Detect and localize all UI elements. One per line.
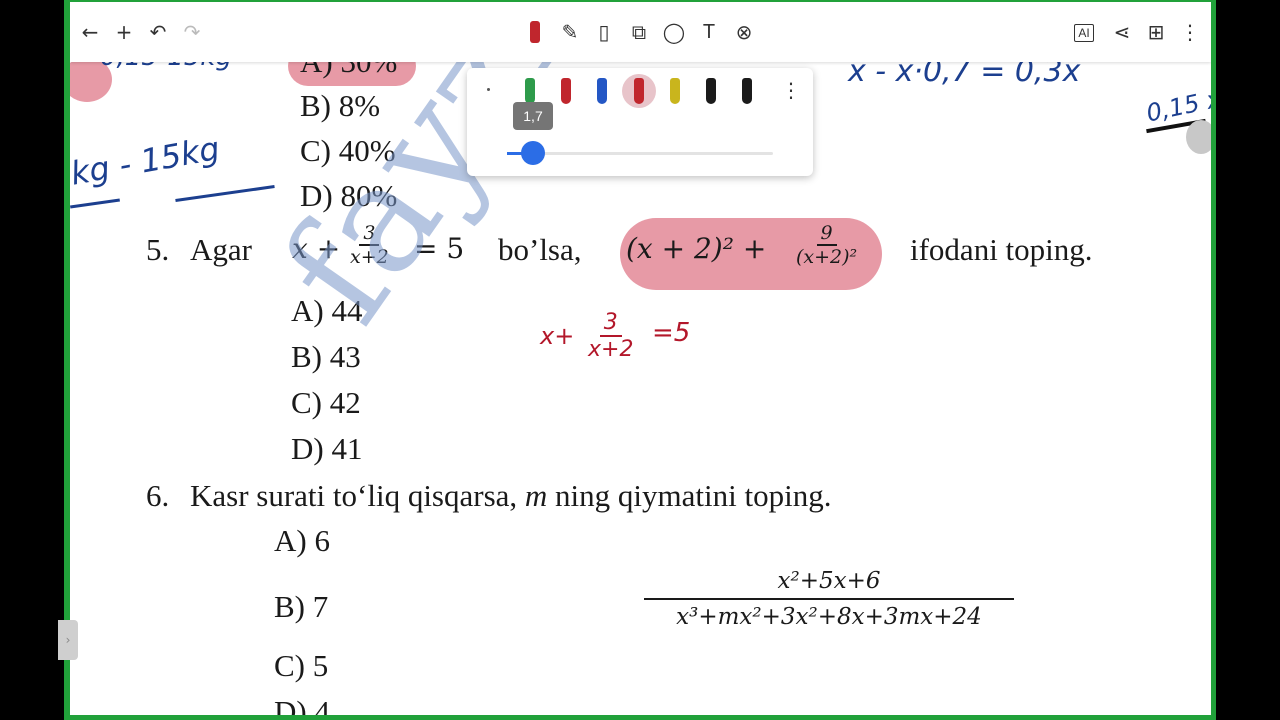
q6-text-before: Kasr surati to‘liq qisqarsa, <box>190 478 518 513</box>
pen-dot-icon[interactable] <box>487 88 490 91</box>
ai-label: AI <box>1078 26 1090 40</box>
handwriting-q5-eq: =5 <box>652 318 691 348</box>
plus-icon[interactable]: + <box>112 20 136 44</box>
ink-underline-left <box>175 185 275 202</box>
eraser-icon[interactable]: ▯ <box>592 20 616 44</box>
q6-question: Kasr surati to‘liq qisqarsa, m ning qiym… <box>190 478 831 514</box>
q5-agar: Agar <box>190 232 252 267</box>
pen-color-yellow[interactable] <box>670 78 680 104</box>
pen-settings-popup: ⋮ 1,7 <box>467 68 813 176</box>
handwriting-q5-x: x+ <box>540 322 575 350</box>
q6-m: m <box>524 478 548 513</box>
q6-option-c: C) 5 <box>274 648 329 683</box>
pen-color-black-2[interactable] <box>742 78 752 104</box>
q5-expression-left: (x + 2)² + <box>626 232 767 265</box>
note-canvas[interactable]: fayzie 0,15-15kg kg - 15kg x - x·0,7 = 0… <box>70 2 1211 715</box>
q6-number: 6. <box>146 478 170 513</box>
pen-color-blue[interactable] <box>597 78 607 104</box>
redo-icon[interactable]: ↷ <box>180 20 204 44</box>
back-arrow-icon[interactable]: ← <box>78 20 102 44</box>
q5-option-d: D) 41 <box>291 431 363 466</box>
ink-underline-left-2 <box>70 198 120 209</box>
share-icon[interactable]: ⋖ <box>1110 20 1134 44</box>
ai-icon[interactable]: AI <box>1074 24 1094 42</box>
q5-option-b: B) 43 <box>291 339 361 374</box>
undo-icon[interactable]: ↶ <box>146 20 170 44</box>
pen-color-black[interactable] <box>706 78 716 104</box>
text-tool-icon[interactable]: T <box>697 20 721 44</box>
q6-fraction: x²+5x+6 x³+mx²+3x²+8x+3mx+24 <box>644 568 1014 630</box>
pen-size-slider-thumb[interactable] <box>521 141 545 165</box>
handwriting-q5-fraction: 3 x+2 <box>588 310 633 362</box>
lasso-icon[interactable]: ⧉ <box>627 20 651 44</box>
pen-more-icon[interactable]: ⋮ <box>781 78 801 102</box>
pen-color-red-selected[interactable] <box>634 78 644 104</box>
q6-option-d: D) 4 <box>274 694 330 715</box>
q5-option-c: C) 42 <box>291 385 361 420</box>
q5-expr-frac-num: 9 <box>816 222 837 246</box>
q5-tail: ifodani toping. <box>910 232 1093 267</box>
pen-color-green[interactable] <box>525 78 535 104</box>
comment-icon[interactable]: ◯ <box>662 20 686 44</box>
handwriting-q5-den: x+2 <box>588 337 634 362</box>
q6-frac-den: x³+mx²+3x²+8x+3mx+24 <box>676 604 982 630</box>
close-circle-icon[interactable]: ⊗ <box>732 20 756 44</box>
q6-option-b: B) 7 <box>274 589 329 624</box>
handwriting-q5-num: 3 <box>599 310 622 337</box>
q5-bolsa: bo’lsa, <box>498 232 582 267</box>
q5-expression-fraction: 9 (x+2)² <box>796 222 857 268</box>
q5-number: 5. <box>146 232 170 267</box>
highlighter-icon[interactable]: ✎ <box>558 20 582 44</box>
red-pen-icon[interactable] <box>523 20 547 44</box>
top-toolbar: ← + ↶ ↷ ✎ ▯ ⧉ ◯ T ⊗ AI ⋖ ⊞ ⋮ <box>70 2 1211 62</box>
q6-option-a: A) 6 <box>274 523 330 558</box>
q6-text-after: ning qiymatini toping. <box>555 478 832 513</box>
pen-size-tooltip: 1,7 <box>513 102 553 130</box>
q5-expr-frac-den: (x+2)² <box>796 246 858 268</box>
more-vert-icon[interactable]: ⋮ <box>1178 20 1202 44</box>
grid-icon[interactable]: ⊞ <box>1144 20 1168 44</box>
scroll-handle-icon[interactable] <box>1186 120 1211 154</box>
pen-color-red[interactable] <box>561 78 571 104</box>
pen-size-slider-track[interactable] <box>507 152 773 155</box>
side-panel-handle[interactable]: › <box>58 620 78 660</box>
pen-size-value: 1,7 <box>523 108 543 124</box>
handwriting-top-left-2: kg - 15kg <box>70 129 223 193</box>
q6-frac-num: x²+5x+6 <box>644 568 1014 600</box>
